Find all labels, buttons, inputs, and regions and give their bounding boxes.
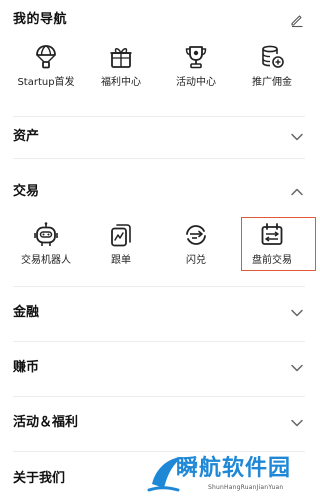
section-finance[interactable]: 金融	[0, 293, 318, 333]
chevron-down-icon	[290, 306, 304, 320]
my-nav-title: 我的导航	[13, 12, 68, 27]
section-title: 资产	[13, 129, 40, 144]
section-earn[interactable]: 赚币	[0, 348, 318, 388]
divider	[13, 341, 305, 342]
section-trade[interactable]: 交易	[0, 172, 318, 212]
trade-item-label: 闪兑	[186, 255, 206, 266]
nav-item-label: Startup首发	[17, 77, 75, 88]
divider	[13, 158, 305, 159]
nav-item-label: 活动中心	[176, 77, 216, 88]
trade-item-bot[interactable]: 交易机器人	[6, 221, 86, 277]
my-nav-header: 我的导航	[13, 9, 305, 31]
navigation-page: 我的导航 Startup首发 福利中心 活动中心 推广佣金 资产 交易 交易机器…	[0, 0, 318, 500]
my-nav-grid: Startup首发 福利中心 活动中心 推广佣金	[0, 43, 318, 99]
copy-trade-icon	[107, 221, 135, 249]
watermark-text: 瞬航软件园	[176, 456, 292, 481]
section-title: 赚币	[13, 360, 40, 375]
nav-item-welfare-center[interactable]: 福利中心	[81, 43, 161, 99]
trade-item-swap[interactable]: 闪兑	[156, 221, 236, 277]
pencil-icon[interactable]	[289, 12, 305, 28]
nav-item-startup[interactable]: Startup首发	[6, 43, 86, 99]
section-assets[interactable]: 资产	[0, 117, 318, 157]
chevron-down-icon	[290, 361, 304, 375]
swap-icon	[182, 221, 210, 249]
trophy-icon	[182, 43, 210, 71]
nav-item-referral-commission[interactable]: 推广佣金	[232, 43, 312, 99]
nav-item-label: 福利中心	[101, 77, 141, 88]
chevron-down-icon	[290, 416, 304, 430]
coins-icon	[258, 43, 286, 71]
nav-item-label: 推广佣金	[252, 77, 292, 88]
trade-item-label: 交易机器人	[21, 255, 71, 266]
gift-icon	[107, 43, 135, 71]
section-title: 金融	[13, 305, 40, 320]
divider	[13, 396, 305, 397]
trade-item-copy-trade[interactable]: 跟单	[81, 221, 161, 277]
divider	[13, 286, 305, 287]
chevron-up-icon	[290, 185, 304, 199]
section-title: 关于我们	[13, 471, 66, 486]
chevron-down-icon	[290, 130, 304, 144]
parachute-icon	[32, 43, 60, 71]
section-activity-welfare[interactable]: 活动＆福利	[0, 403, 318, 443]
watermark: 瞬航软件园 ShunHangRuanJianYuan	[142, 452, 316, 498]
watermark-subtext: ShunHangRuanJianYuan	[208, 484, 284, 491]
highlight-box	[241, 217, 316, 271]
robot-icon	[32, 221, 60, 249]
trade-item-label: 跟单	[111, 255, 131, 266]
section-title: 交易	[13, 184, 40, 199]
nav-item-activity-center[interactable]: 活动中心	[156, 43, 236, 99]
section-title: 活动＆福利	[13, 415, 79, 430]
